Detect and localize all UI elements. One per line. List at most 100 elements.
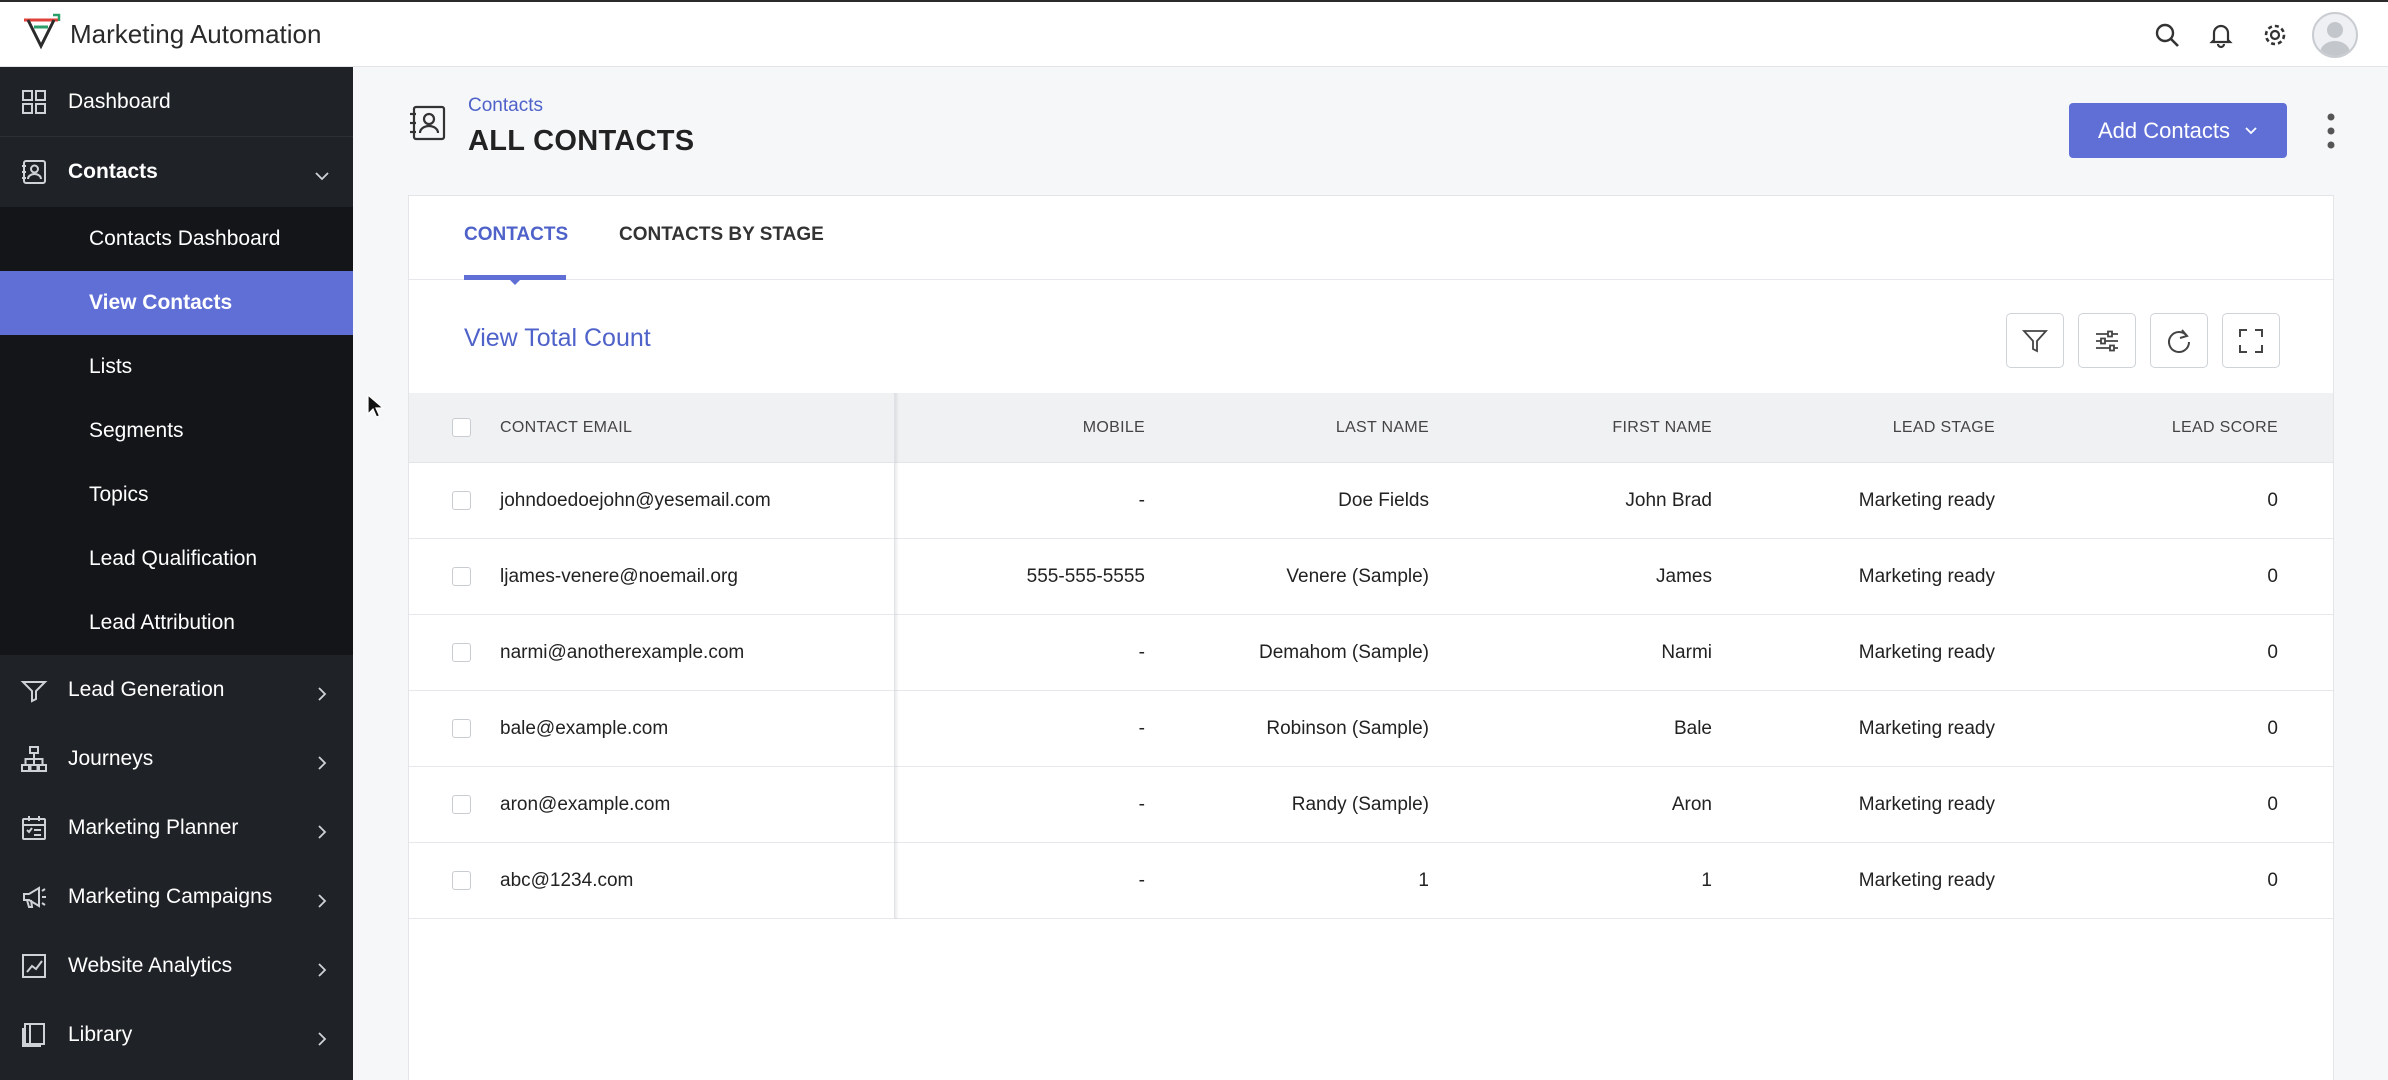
select-all-checkbox[interactable] xyxy=(452,418,471,437)
row-checkbox[interactable] xyxy=(452,643,471,662)
cell-email[interactable]: abc@1234.com xyxy=(500,843,633,919)
top-bar: Marketing Automation xyxy=(0,0,2388,67)
dashboard-grid-icon xyxy=(20,88,48,116)
cell-last-name: Robinson (Sample) xyxy=(1266,718,1429,739)
fullscreen-button[interactable] xyxy=(2222,313,2280,368)
cell-first-name: John Brad xyxy=(1625,490,1712,511)
cell-email[interactable]: ljames-venere@noemail.org xyxy=(500,539,738,615)
tab-bar: CONTACTS CONTACTS BY STAGE xyxy=(409,196,2333,285)
row-checkbox[interactable] xyxy=(452,491,471,510)
cell-email[interactable]: johndoedoejohn@yesemail.com xyxy=(500,463,771,539)
main-content: Contacts ALL CONTACTS Add Contacts CONTA… xyxy=(353,67,2388,1080)
sidebar-item-website-analytics[interactable]: Website Analytics xyxy=(0,931,353,1000)
chevron-right-icon xyxy=(315,752,329,770)
sidebar-subitem-lists[interactable]: Lists xyxy=(0,335,353,399)
sidebar-item-label: Marketing Campaigns xyxy=(68,884,273,908)
sidebar-item-contacts[interactable]: Contacts xyxy=(0,137,353,207)
cell-first-name: Narmi xyxy=(1661,642,1712,663)
table-row[interactable]: ljames-venere@noemail.org 555-555-5555 V… xyxy=(409,539,2333,615)
sidebar-item-library[interactable]: Library xyxy=(0,1000,353,1069)
app-title: Marketing Automation xyxy=(70,18,322,49)
row-checkbox[interactable] xyxy=(452,795,471,814)
row-checkbox[interactable] xyxy=(452,871,471,890)
cell-last-name: Demahom (Sample) xyxy=(1259,642,1429,663)
cell-mobile: - xyxy=(1138,718,1145,739)
sidebar-item-label: Marketing Planner xyxy=(68,815,239,839)
cell-lead-score: 0 xyxy=(2267,794,2278,815)
frozen-column-shadow xyxy=(895,393,899,919)
view-total-count-link[interactable]: View Total Count xyxy=(464,324,651,353)
active-tab-caret xyxy=(509,279,521,285)
cell-lead-stage: Marketing ready xyxy=(1858,642,1995,663)
column-header-first-name[interactable]: FIRST NAME xyxy=(1449,393,1712,463)
sidebar-item-marketing-campaigns[interactable]: Marketing Campaigns xyxy=(0,862,353,931)
column-header-lead-score[interactable]: LEAD SCORE xyxy=(2009,393,2278,463)
sliders-icon xyxy=(2096,330,2118,351)
sidebar-item-lead-generation[interactable]: Lead Generation xyxy=(0,655,353,724)
row-checkbox[interactable] xyxy=(452,567,471,586)
sidebar-subitem-lead-attribution[interactable]: Lead Attribution xyxy=(0,591,353,655)
add-contacts-button[interactable]: Add Contacts xyxy=(2069,103,2287,158)
sidebar-item-label: Dashboard xyxy=(68,89,171,113)
logo-icon xyxy=(20,11,62,58)
sidebar-subitem-segments[interactable]: Segments xyxy=(0,399,353,463)
cell-first-name: James xyxy=(1656,566,1712,587)
sidebar-subitem-topics[interactable]: Topics xyxy=(0,463,353,527)
sidebar-item-journeys[interactable]: Journeys xyxy=(0,724,353,793)
sidebar-item-label: Contacts xyxy=(68,160,158,183)
sidebar-subitem-lead-qualification[interactable]: Lead Qualification xyxy=(0,527,353,591)
column-header-contact-email[interactable]: CONTACT EMAIL xyxy=(500,393,632,463)
sidebar-item-marketing-planner[interactable]: Marketing Planner xyxy=(0,793,353,862)
cell-mobile: - xyxy=(1138,642,1145,663)
cell-lead-stage: Marketing ready xyxy=(1858,718,1995,739)
gear-icon[interactable] xyxy=(2248,8,2302,62)
expand-icon xyxy=(2239,328,2263,353)
cell-lead-score: 0 xyxy=(2267,642,2278,663)
cell-mobile: - xyxy=(1138,490,1145,511)
column-header-lead-stage[interactable]: LEAD STAGE xyxy=(1729,393,1995,463)
cell-email[interactable]: narmi@anotherexample.com xyxy=(500,615,744,691)
sidebar-subitem-contacts-dashboard[interactable]: Contacts Dashboard xyxy=(0,207,353,271)
cell-first-name: Aron xyxy=(1671,794,1712,815)
cell-last-name: Doe Fields xyxy=(1338,490,1429,511)
table-row[interactable]: narmi@anotherexample.com - Demahom (Samp… xyxy=(409,615,2333,691)
customize-columns-button[interactable] xyxy=(2078,313,2136,368)
tab-contacts-by-stage[interactable]: CONTACTS BY STAGE xyxy=(619,224,824,246)
chevron-down-icon xyxy=(315,165,329,181)
refresh-icon xyxy=(2168,328,2190,353)
add-contacts-label: Add Contacts xyxy=(2097,117,2231,143)
tab-contacts[interactable]: CONTACTS xyxy=(464,224,568,246)
more-options-icon[interactable] xyxy=(2319,107,2343,155)
search-icon[interactable] xyxy=(2140,8,2194,62)
sidebar-item-label: Journeys xyxy=(68,746,154,770)
megaphone-icon xyxy=(20,883,48,911)
avatar[interactable] xyxy=(2312,11,2358,58)
cell-lead-stage: Marketing ready xyxy=(1858,490,1995,511)
breadcrumb[interactable]: Contacts xyxy=(468,95,694,117)
sidebar-item-dashboard[interactable]: Dashboard xyxy=(0,67,353,137)
contacts-submenu: Contacts Dashboard View Contacts Lists S… xyxy=(0,207,353,655)
cell-email[interactable]: bale@example.com xyxy=(500,691,668,767)
sidebar-subitem-view-contacts[interactable]: View Contacts xyxy=(0,271,353,335)
table-row[interactable]: johndoedoejohn@yesemail.com - Doe Fields… xyxy=(409,463,2333,539)
table-row[interactable]: bale@example.com - Robinson (Sample) Bal… xyxy=(409,691,2333,767)
library-book-icon xyxy=(20,1021,48,1049)
sidebar-item-label: Lead Generation xyxy=(68,677,225,701)
page-title: ALL CONTACTS xyxy=(468,125,695,157)
cell-mobile: 555-555-5555 xyxy=(1026,566,1145,587)
cell-last-name: 1 xyxy=(1418,870,1429,891)
refresh-button[interactable] xyxy=(2150,313,2208,368)
analytics-chart-icon xyxy=(20,952,48,980)
filter-button[interactable] xyxy=(2006,313,2064,368)
funnel-magnet-icon xyxy=(20,676,48,704)
brand[interactable]: Marketing Automation xyxy=(0,11,321,58)
table-row[interactable]: aron@example.com - Randy (Sample) Aron M… xyxy=(409,767,2333,843)
column-header-mobile[interactable]: MOBILE xyxy=(969,393,1145,463)
row-checkbox[interactable] xyxy=(452,719,471,738)
contact-card-icon xyxy=(408,103,448,143)
table-row[interactable]: abc@1234.com - 1 1 Marketing ready 0 xyxy=(409,843,2333,919)
bell-icon[interactable] xyxy=(2194,8,2248,62)
filter-icon xyxy=(2021,329,2049,352)
cell-email[interactable]: aron@example.com xyxy=(500,767,670,843)
column-header-last-name[interactable]: LAST NAME xyxy=(1169,393,1429,463)
